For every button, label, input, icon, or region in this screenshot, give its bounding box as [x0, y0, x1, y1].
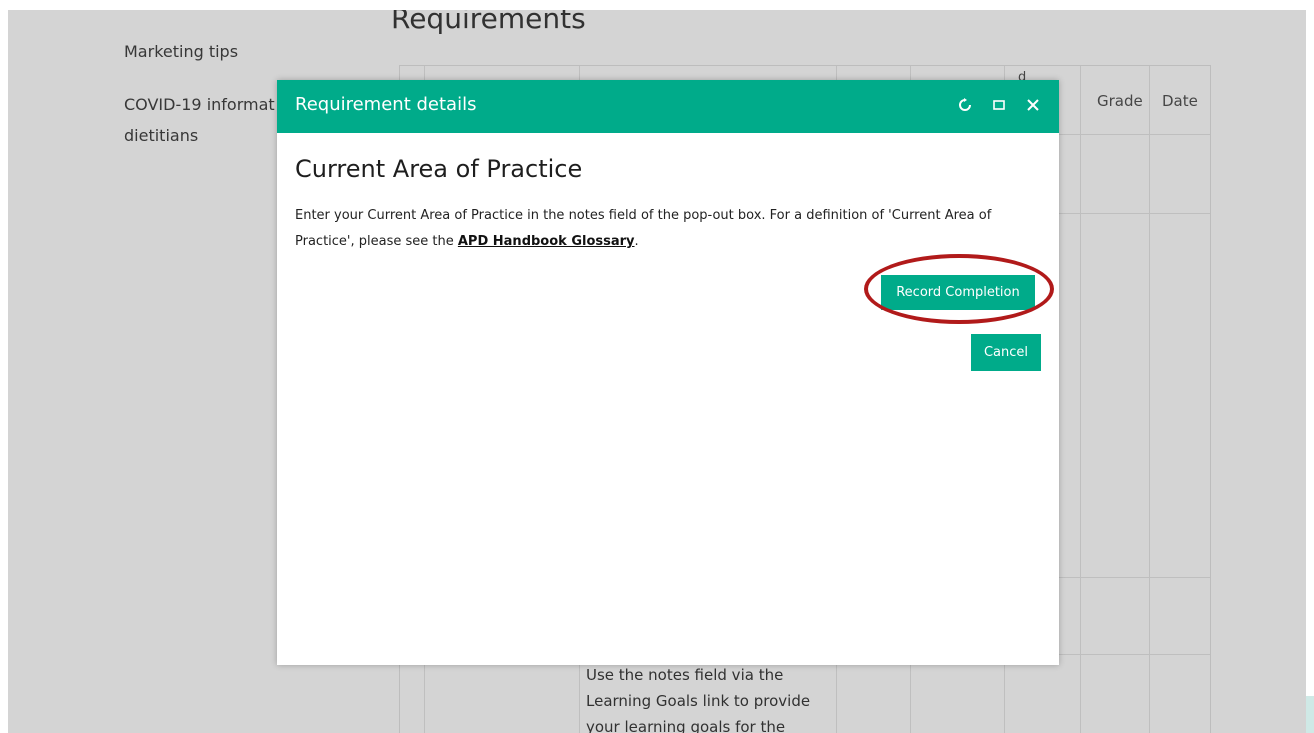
modal-header: Requirement details [277, 80, 1059, 133]
modal-header-controls [957, 96, 1041, 114]
requirement-description: Enter your Current Area of Practice in t… [295, 203, 1035, 255]
requirement-heading: Current Area of Practice [295, 155, 583, 183]
maximize-icon[interactable] [991, 96, 1007, 114]
modal-body: Current Area of Practice Enter your Curr… [277, 155, 1059, 255]
modal-title: Requirement details [295, 94, 477, 115]
refresh-icon[interactable] [957, 96, 973, 114]
description-text-end: . [634, 234, 639, 249]
apd-handbook-glossary-link[interactable]: APD Handbook Glossary [458, 234, 635, 249]
record-completion-button[interactable]: Record Completion [881, 275, 1035, 310]
close-icon[interactable] [1025, 96, 1041, 114]
cancel-button[interactable]: Cancel [971, 334, 1041, 371]
requirement-details-modal: Requirement details Current Area of Prac… [277, 80, 1059, 665]
right-edge-strip [1306, 696, 1314, 733]
description-text: Enter your Current Area of Practice in t… [295, 208, 992, 249]
